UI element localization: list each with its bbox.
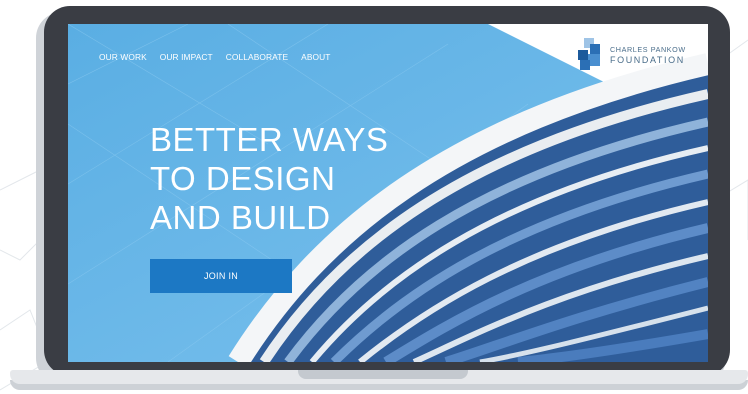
laptop-opening-notch <box>298 370 468 379</box>
join-in-button[interactable]: JOIN IN <box>150 259 292 293</box>
laptop-screen: OUR WORK OUR IMPACT COLLABORATE ABOUT CH… <box>68 24 708 362</box>
hero-line-2: TO DESIGN <box>150 160 336 197</box>
hero-line-3: AND BUILD <box>150 199 331 236</box>
logo-line-2: FOUNDATION <box>610 55 685 65</box>
main-nav: OUR WORK OUR IMPACT COLLABORATE ABOUT <box>99 52 331 62</box>
nav-item-collaborate[interactable]: COLLABORATE <box>226 52 288 62</box>
logo-line-1: CHARLES PANKOW <box>610 45 686 54</box>
hero-heading: BETTER WAYS TO DESIGN AND BUILD <box>150 120 388 237</box>
logo-text: CHARLES PANKOW FOUNDATION <box>610 45 686 65</box>
site-logo[interactable]: CHARLES PANKOW FOUNDATION <box>574 38 686 72</box>
building-blocks-icon <box>578 38 600 70</box>
nav-item-about[interactable]: ABOUT <box>301 52 330 62</box>
laptop-base <box>10 370 748 392</box>
nav-item-our-work[interactable]: OUR WORK <box>99 52 147 62</box>
nav-item-our-impact[interactable]: OUR IMPACT <box>160 52 213 62</box>
hero-line-1: BETTER WAYS <box>150 121 389 158</box>
